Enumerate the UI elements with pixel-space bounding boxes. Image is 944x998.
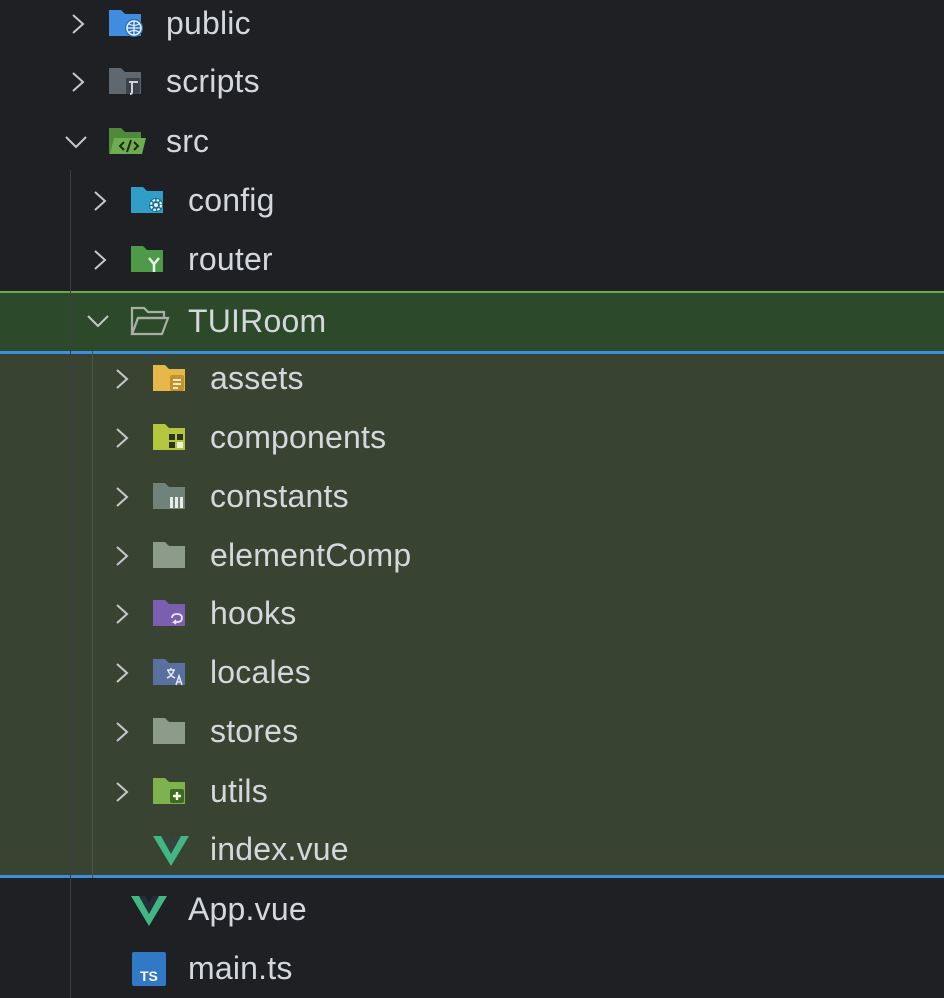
folder-config-icon: [130, 183, 164, 217]
chevron-right-icon[interactable]: [110, 426, 134, 450]
tree-item-elementcomp[interactable]: elementComp: [0, 526, 944, 585]
chevron-right-icon[interactable]: [110, 780, 134, 804]
chevron-right-icon[interactable]: [110, 367, 134, 391]
folder-scripts-icon: [108, 64, 142, 98]
tree-item-src[interactable]: src: [0, 112, 944, 171]
chevron-right-icon[interactable]: [110, 485, 134, 509]
tree-item-app-vue[interactable]: App.vue: [0, 880, 944, 939]
folder-icon: [152, 714, 186, 748]
chevron-right-icon[interactable]: [88, 189, 112, 213]
chevron-right-icon[interactable]: [88, 248, 112, 272]
folder-router-icon: [130, 242, 164, 276]
tree-item-label: main.ts: [188, 950, 293, 986]
folder-assets-icon: [152, 361, 186, 395]
tree-item-main-ts[interactable]: TS main.ts: [0, 939, 944, 998]
tree-item-tuiroom[interactable]: TUIRoom: [0, 291, 944, 351]
tree-item-label: public: [166, 5, 251, 41]
file-explorer-tree: public scripts src config router TUIRoom…: [0, 0, 944, 998]
folder-locales-icon: [152, 655, 186, 689]
tree-item-label: router: [188, 241, 273, 277]
folder-src-icon: [108, 124, 146, 158]
tree-item-label: locales: [210, 654, 312, 690]
tree-item-label: index.vue: [210, 831, 349, 867]
tree-item-components[interactable]: components: [0, 408, 944, 467]
tree-item-scripts[interactable]: scripts: [0, 52, 944, 111]
tree-item-label: hooks: [210, 595, 297, 631]
chevron-right-icon[interactable]: [66, 12, 90, 36]
tree-item-label: stores: [210, 713, 299, 749]
chevron-right-icon[interactable]: [110, 602, 134, 626]
tree-item-label: elementComp: [210, 537, 412, 573]
folder-open-icon: [130, 304, 170, 338]
tree-item-hooks[interactable]: hooks: [0, 584, 944, 643]
tree-item-utils[interactable]: utils: [0, 762, 944, 821]
tree-item-constants[interactable]: constants: [0, 467, 944, 526]
tree-item-label: TUIRoom: [188, 302, 327, 339]
tree-item-label: assets: [210, 360, 304, 396]
folder-icon: [152, 538, 186, 572]
tree-item-index-vue[interactable]: index.vue: [0, 820, 944, 879]
chevron-right-icon[interactable]: [110, 661, 134, 685]
folder-constants-icon: [152, 479, 186, 513]
folder-utils-icon: [152, 774, 186, 808]
svg-text:TS: TS: [140, 968, 158, 984]
folder-hooks-icon: [152, 596, 186, 630]
tree-item-label: components: [210, 419, 387, 455]
tree-item-label: src: [166, 123, 210, 159]
chevron-down-icon[interactable]: [86, 309, 110, 333]
folder-components-icon: [152, 420, 186, 454]
tree-item-label: App.vue: [188, 891, 307, 927]
tree-item-label: utils: [210, 773, 268, 809]
chevron-right-icon[interactable]: [110, 720, 134, 744]
chevron-right-icon[interactable]: [66, 70, 90, 94]
tree-item-router[interactable]: router: [0, 230, 944, 289]
vue-file-icon: [130, 893, 167, 927]
typescript-file-icon: TS: [132, 952, 166, 986]
tree-item-config[interactable]: config: [0, 171, 944, 230]
tree-item-label: constants: [210, 478, 349, 514]
tree-item-stores[interactable]: stores: [0, 702, 944, 761]
chevron-down-icon[interactable]: [64, 130, 88, 154]
tree-item-label: scripts: [166, 63, 260, 99]
vue-file-icon: [152, 833, 189, 867]
tree-item-label: config: [188, 182, 275, 218]
chevron-right-icon[interactable]: [110, 544, 134, 568]
tree-item-public[interactable]: public: [0, 0, 944, 53]
tree-item-locales[interactable]: locales: [0, 643, 944, 702]
folder-public-icon: [108, 6, 143, 40]
tree-item-assets[interactable]: assets: [0, 349, 944, 408]
